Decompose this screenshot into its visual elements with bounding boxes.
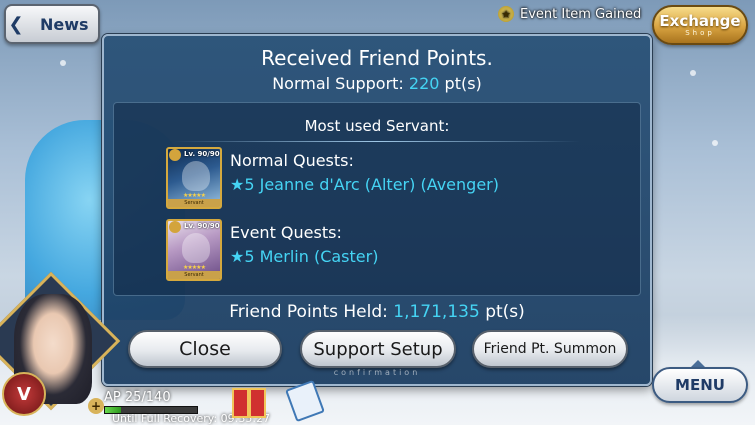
exchange-shop-button[interactable]: Exchange Shop <box>652 5 748 45</box>
servant-rarity-stars: ★★★★★ <box>183 264 206 271</box>
normal-support-unit: pt(s) <box>439 74 482 93</box>
background-sparkle <box>712 140 718 146</box>
servant-rarity-stars: ★★★★★ <box>183 192 206 199</box>
normal-support-label: Normal Support: <box>272 74 409 93</box>
dialog-title: Received Friend Points. <box>261 46 493 70</box>
event-quests-servant: ★5 Merlin (Caster) <box>230 247 379 266</box>
normal-quests-servant: ★5 Jeanne d'Arc (Alter) (Avenger) <box>230 175 499 194</box>
servant-card-label: Servant <box>168 271 220 279</box>
friend-points-held: Friend Points Held: 1,171,135 pt(s) <box>104 302 650 322</box>
event-quests-label: Event Quests: <box>230 223 342 242</box>
plus-icon[interactable]: + <box>88 398 104 414</box>
divider <box>174 141 580 142</box>
background-sparkle <box>60 60 66 66</box>
class-icon <box>169 149 181 161</box>
chevron-left-icon: ❮ <box>8 13 24 35</box>
servant-level: Lv. 90/90 <box>184 150 220 158</box>
servant-card-merlin[interactable]: Lv. 90/90 ★★★★★ Servant <box>166 219 222 281</box>
friend-points-dialog: Received Friend Points. Normal Support: … <box>102 34 652 386</box>
news-button[interactable]: ❮ News <box>4 4 100 44</box>
exchange-label: Exchange <box>659 12 741 30</box>
most-used-servant-panel: Most used Servant: Lv. 90/90 ★★★★★ Serva… <box>113 102 641 296</box>
servant-level: Lv. 90/90 <box>184 222 220 230</box>
friend-points-held-label: Friend Points Held: <box>229 302 394 322</box>
friend-points-held-unit: pt(s) <box>479 302 525 322</box>
close-button[interactable]: Close <box>128 330 282 368</box>
friend-points-held-value: 1,171,135 <box>393 302 480 322</box>
normal-quests-label: Normal Quests: <box>230 151 354 170</box>
ap-counter: AP 25/140 <box>104 390 171 405</box>
servant-card-label: Servant <box>168 199 220 207</box>
news-label: News <box>40 14 89 34</box>
event-item-gained-indicator: ★ Event Item Gained <box>498 4 641 24</box>
event-quest-row: Lv. 90/90 ★★★★★ Servant Event Quests: ★5… <box>166 219 606 281</box>
friend-point-summon-button[interactable]: Friend Pt. Summon <box>472 330 628 368</box>
normal-support-value: 220 <box>408 74 440 93</box>
event-star-icon: ★ <box>498 6 514 22</box>
normal-support-points: Normal Support: 220 pt(s) <box>104 74 650 93</box>
most-used-heading: Most used Servant: <box>304 117 450 135</box>
background-sparkle <box>690 70 696 76</box>
menu-button[interactable]: MENU <box>652 367 748 403</box>
support-setup-button[interactable]: Support Setup <box>300 330 456 368</box>
servant-portrait <box>182 161 210 191</box>
confirmation-caption: confirmation <box>333 368 421 377</box>
servant-card-jeanne-alter[interactable]: Lv. 90/90 ★★★★★ Servant <box>166 147 222 209</box>
servant-portrait <box>182 233 210 263</box>
class-icon <box>169 221 181 233</box>
event-item-gained-text: Event Item Gained <box>520 6 642 22</box>
master-emblem-icon: V <box>2 372 46 416</box>
normal-quest-row: Lv. 90/90 ★★★★★ Servant Normal Quests: ★… <box>166 147 606 209</box>
exchange-sub-label: Shop <box>685 29 715 37</box>
gift-icon[interactable] <box>232 388 266 418</box>
